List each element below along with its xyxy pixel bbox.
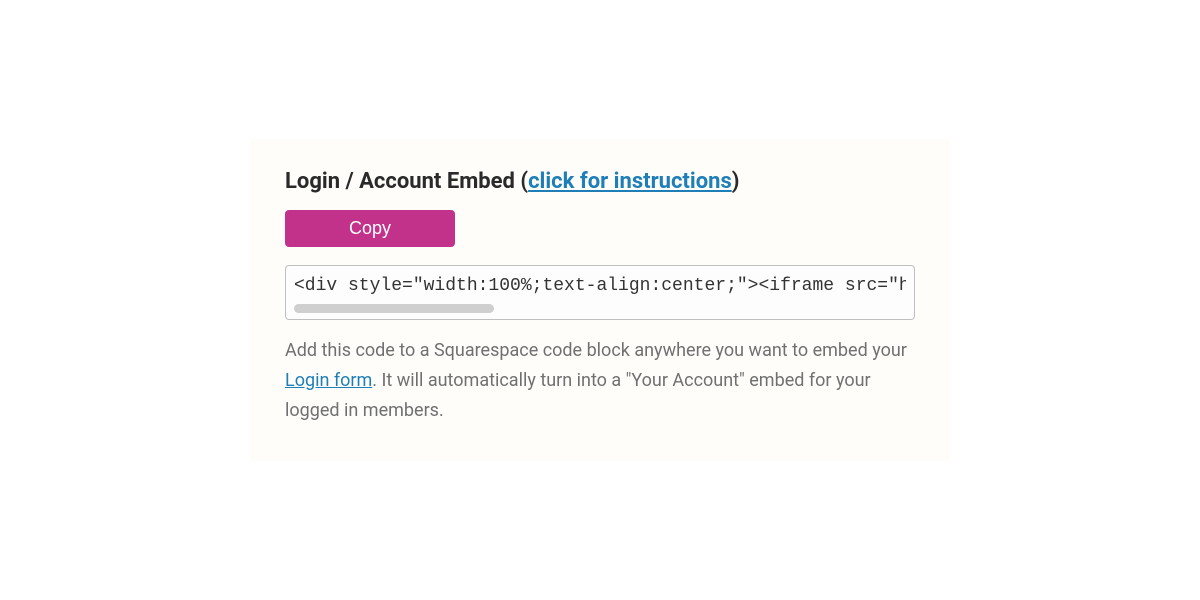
- login-form-link[interactable]: Login form: [285, 370, 372, 391]
- scrollbar-thumb[interactable]: [294, 304, 494, 313]
- heading-suffix: ): [732, 169, 740, 194]
- section-heading: Login / Account Embed (click for instruc…: [285, 169, 915, 194]
- description-text: Add this code to a Squarespace code bloc…: [285, 336, 915, 425]
- heading-prefix: Login / Account Embed (: [285, 169, 528, 194]
- code-snippet: <div style="width:100%;text-align:center…: [294, 276, 906, 296]
- instructions-link[interactable]: click for instructions: [528, 169, 732, 194]
- copy-button[interactable]: Copy: [285, 210, 455, 247]
- description-part2: . It will automatically turn into a "You…: [285, 370, 871, 421]
- code-box[interactable]: <div style="width:100%;text-align:center…: [285, 265, 915, 320]
- description-part1: Add this code to a Squarespace code bloc…: [285, 340, 907, 361]
- embed-card: Login / Account Embed (click for instruc…: [250, 139, 950, 460]
- scrollbar-track[interactable]: [294, 304, 906, 313]
